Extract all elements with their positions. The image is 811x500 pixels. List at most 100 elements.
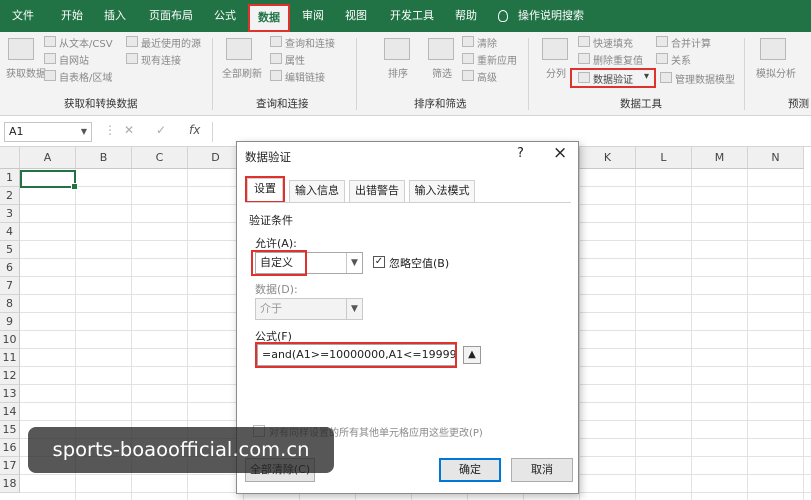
- range-select-button[interactable]: ▲: [463, 346, 481, 364]
- refresh-all-button[interactable]: 全部刷新: [222, 65, 262, 80]
- chevron-down-icon[interactable]: ▼: [81, 123, 87, 141]
- column-header-c[interactable]: C: [132, 147, 188, 169]
- reapply-button[interactable]: 重新应用: [477, 52, 517, 67]
- row-header-1[interactable]: 1: [0, 169, 20, 187]
- close-button[interactable]: ×: [553, 143, 567, 163]
- group-separator: [528, 38, 529, 110]
- flash-fill-button[interactable]: 快速填充: [593, 35, 633, 50]
- row-header-6[interactable]: 6: [0, 259, 20, 277]
- relationships-button[interactable]: 关系: [671, 52, 691, 67]
- group-title-forecast: 预测: [788, 98, 809, 110]
- filter-button[interactable]: 筛选: [432, 65, 452, 80]
- tab-data[interactable]: 数据: [248, 4, 290, 32]
- cancel-icon[interactable]: ✕: [124, 123, 134, 137]
- filter-icon[interactable]: [428, 38, 454, 60]
- row-header-5[interactable]: 5: [0, 241, 20, 259]
- allow-highlight: [251, 250, 307, 276]
- allow-label: 允许(A):: [255, 237, 297, 250]
- more-icon: ⋮: [104, 123, 116, 137]
- chevron-down-icon[interactable]: ▼: [346, 253, 362, 273]
- queries-connections-button[interactable]: 查询和连接: [285, 35, 335, 50]
- sort-icon[interactable]: [384, 38, 410, 60]
- properties-icon: [270, 53, 282, 64]
- row-header-17[interactable]: 17: [0, 457, 20, 475]
- ok-button[interactable]: 确定: [439, 458, 501, 482]
- formula-input[interactable]: [212, 122, 807, 142]
- data-label: 数据(D):: [255, 283, 298, 296]
- tab-page-layout[interactable]: 页面布局: [146, 0, 196, 32]
- text-to-columns-button[interactable]: 分列: [546, 65, 566, 80]
- row-header-4[interactable]: 4: [0, 223, 20, 241]
- tell-me-search[interactable]: 操作说明搜索: [518, 0, 590, 32]
- select-all-corner[interactable]: [0, 147, 20, 169]
- row-header-13[interactable]: 13: [0, 385, 20, 403]
- recent-sources-button[interactable]: 最近使用的源: [141, 35, 201, 50]
- row-header-8[interactable]: 8: [0, 295, 20, 313]
- insert-function-icon[interactable]: fx: [189, 123, 200, 137]
- data-validation-highlight: [570, 68, 656, 88]
- tab-home[interactable]: 开始: [58, 0, 86, 32]
- what-if-icon[interactable]: [760, 38, 786, 60]
- column-header-m[interactable]: M: [692, 147, 748, 169]
- row-header-18[interactable]: 18: [0, 475, 20, 493]
- edit-links-icon: [270, 70, 282, 81]
- enter-icon[interactable]: ✓: [156, 123, 166, 137]
- tab-input-message[interactable]: 输入信息: [289, 180, 345, 202]
- grid-line: [803, 169, 804, 500]
- row-header-7[interactable]: 7: [0, 277, 20, 295]
- tab-developer[interactable]: 开发工具: [386, 0, 438, 32]
- grid-line: [691, 169, 692, 500]
- validation-criteria-heading: 验证条件: [249, 214, 293, 227]
- selected-cell-a1[interactable]: [20, 170, 78, 190]
- group-title-data-tools: 数据工具: [620, 98, 662, 110]
- tab-file[interactable]: 文件: [8, 0, 38, 32]
- sort-button[interactable]: 排序: [388, 65, 408, 80]
- from-table-button[interactable]: 自表格/区域: [59, 69, 112, 84]
- column-header-n[interactable]: N: [748, 147, 804, 169]
- row-header-10[interactable]: 10: [0, 331, 20, 349]
- advanced-button[interactable]: 高级: [477, 69, 497, 84]
- remove-duplicates-button[interactable]: 删除重复值: [593, 52, 643, 67]
- row-header-2[interactable]: 2: [0, 187, 20, 205]
- column-header-b[interactable]: B: [76, 147, 132, 169]
- properties-button[interactable]: 属性: [285, 52, 305, 67]
- get-data-icon[interactable]: [8, 38, 34, 60]
- column-header-l[interactable]: L: [636, 147, 692, 169]
- existing-connections-button[interactable]: 现有连接: [141, 52, 181, 67]
- tab-insert[interactable]: 插入: [100, 0, 130, 32]
- flash-fill-icon: [578, 36, 590, 47]
- dialog-title: 数据验证: [245, 150, 291, 164]
- column-header-a[interactable]: A: [20, 147, 76, 169]
- tab-help[interactable]: 帮助: [452, 0, 480, 32]
- row-header-12[interactable]: 12: [0, 367, 20, 385]
- recent-sources-icon: [126, 36, 138, 47]
- row-header-15[interactable]: 15: [0, 421, 20, 439]
- clear-button[interactable]: 清除: [477, 35, 497, 50]
- text-to-columns-icon[interactable]: [542, 38, 568, 60]
- name-box[interactable]: A1 ▼: [4, 122, 92, 142]
- ignore-blank-checkbox[interactable]: ✓: [373, 256, 385, 268]
- column-header-k[interactable]: K: [580, 147, 636, 169]
- tab-view[interactable]: 视图: [342, 0, 370, 32]
- row-header-14[interactable]: 14: [0, 403, 20, 421]
- refresh-all-icon[interactable]: [226, 38, 252, 60]
- cancel-button[interactable]: 取消: [511, 458, 573, 482]
- help-button[interactable]: ?: [517, 146, 524, 161]
- row-header-3[interactable]: 3: [0, 205, 20, 223]
- edit-links-button[interactable]: 编辑链接: [285, 69, 325, 84]
- from-text-csv-button[interactable]: 从文本/CSV: [59, 35, 113, 50]
- row-header-9[interactable]: 9: [0, 313, 20, 331]
- tab-error-alert[interactable]: 出错警告: [349, 180, 405, 202]
- from-web-button[interactable]: 自网站: [59, 52, 89, 67]
- tab-review[interactable]: 审阅: [299, 0, 327, 32]
- chevron-down-icon[interactable]: ▼: [346, 299, 362, 319]
- manage-data-model-button[interactable]: 管理数据模型: [675, 71, 735, 86]
- data-select[interactable]: 介于 ▼: [255, 298, 363, 320]
- tab-formulas[interactable]: 公式: [210, 0, 240, 32]
- what-if-button[interactable]: 模拟分析: [756, 65, 796, 80]
- tab-ime-mode[interactable]: 输入法模式: [409, 180, 475, 202]
- row-header-11[interactable]: 11: [0, 349, 20, 367]
- row-header-16[interactable]: 16: [0, 439, 20, 457]
- consolidate-button[interactable]: 合并计算: [671, 35, 711, 50]
- get-data-button[interactable]: 获取数据: [6, 65, 46, 80]
